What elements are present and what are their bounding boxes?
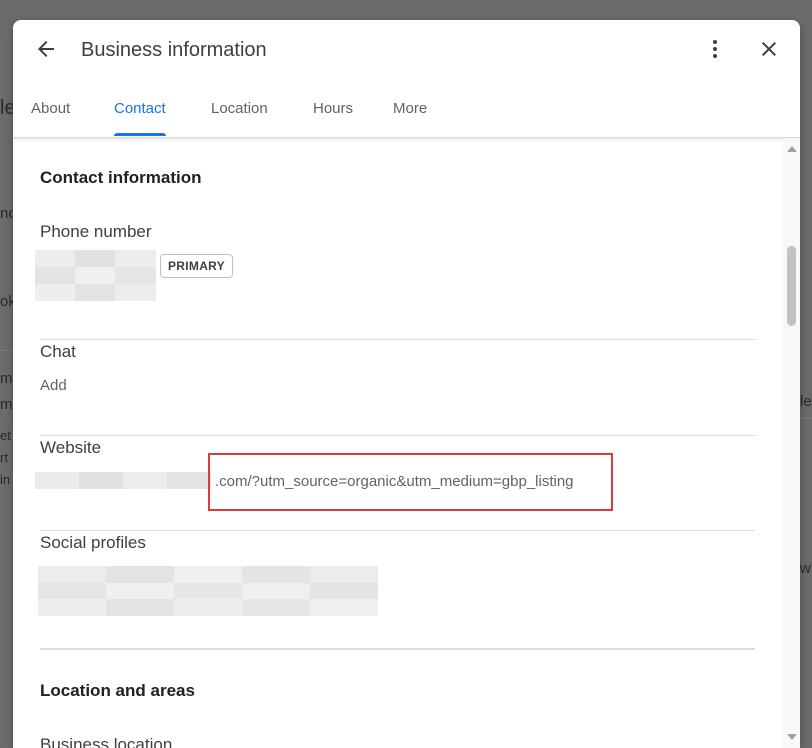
dialog-content: Contact information Phone number PRIMARY… <box>13 138 783 748</box>
more-options-button[interactable] <box>695 31 735 71</box>
redacted-phone-number <box>35 250 156 301</box>
close-button[interactable] <box>749 31 789 71</box>
background-text: m <box>0 396 13 413</box>
tab-hours[interactable]: Hours <box>313 84 353 136</box>
scroll-up-arrow-icon[interactable] <box>787 146 797 152</box>
background-text: m <box>0 370 13 387</box>
tab-contact[interactable]: Contact <box>114 84 166 136</box>
tab-label: Hours <box>313 100 354 117</box>
close-icon <box>757 37 781 66</box>
tab-more[interactable]: More <box>393 84 427 136</box>
divider <box>40 530 755 531</box>
chat-label[interactable]: Chat <box>40 342 76 362</box>
divider <box>40 339 755 340</box>
scroll-thumb[interactable] <box>787 246 796 326</box>
phone-number-label[interactable]: Phone number <box>40 222 152 242</box>
background-divider <box>0 350 13 351</box>
section-divider <box>40 648 755 650</box>
website-label[interactable]: Website <box>40 438 101 458</box>
redacted-social-profiles <box>38 566 378 616</box>
active-tab-indicator <box>114 133 166 136</box>
redacted-website-domain <box>35 472 211 489</box>
location-and-areas-heading: Location and areas <box>40 681 195 700</box>
background-text: in <box>0 472 11 487</box>
tab-about[interactable]: About <box>31 84 70 136</box>
chat-add-link[interactable]: Add <box>40 377 67 394</box>
tab-label: More <box>393 100 428 117</box>
contact-information-heading: Contact information <box>40 168 202 187</box>
background-divider <box>800 418 812 419</box>
background-text: w <box>800 560 811 577</box>
business-information-dialog: Business information About Contact Locat… <box>13 20 800 748</box>
tab-bar: About Contact Location Hours More <box>13 84 800 138</box>
arrow-back-icon <box>34 37 58 66</box>
divider <box>40 435 755 436</box>
background-text: rt <box>0 450 8 465</box>
highlight-annotation-box <box>208 453 613 511</box>
tab-label: Contact <box>114 100 166 117</box>
vertical-scrollbar[interactable] <box>783 138 800 748</box>
background-text: le <box>800 393 812 410</box>
business-location-label[interactable]: Business location <box>40 735 172 748</box>
back-button[interactable] <box>26 31 66 71</box>
background-text: et <box>0 428 11 443</box>
social-profiles-label[interactable]: Social profiles <box>40 533 146 553</box>
primary-badge: PRIMARY <box>160 254 233 278</box>
tab-label: Location <box>211 100 268 117</box>
dialog-title: Business information <box>81 39 267 61</box>
more-vert-icon <box>703 37 727 66</box>
dialog-header: Business information <box>13 20 800 82</box>
tab-label: About <box>31 100 71 117</box>
scroll-down-arrow-icon[interactable] <box>787 734 797 740</box>
tab-location[interactable]: Location <box>211 84 268 136</box>
